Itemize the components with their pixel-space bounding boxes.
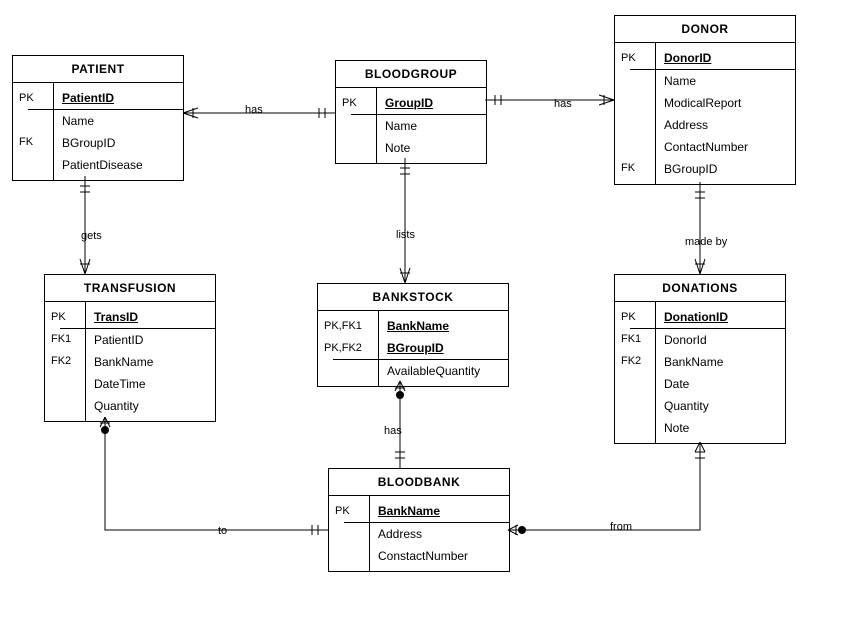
entity-bloodgroup: BLOODGROUP PK GroupID Name Note: [335, 60, 487, 164]
relationship-label: has: [552, 98, 574, 110]
key-label: [51, 394, 79, 416]
attr-name: Quantity: [94, 395, 207, 417]
key-label: PK,FK1: [324, 315, 372, 337]
relationship-label: from: [608, 521, 634, 533]
entity-transfusion: TRANSFUSION PK FK1 FK2 TransID PatientID…: [44, 274, 216, 422]
key-label: [621, 372, 649, 394]
relationship-label: to: [216, 525, 229, 537]
entity-title: PATIENT: [13, 56, 183, 83]
attr-name: TransID: [94, 306, 207, 328]
attr-name: Name: [62, 110, 175, 132]
attr-name: BGroupID: [664, 158, 787, 180]
attr-name: BankName: [378, 500, 501, 522]
relationship-label: has: [243, 104, 265, 116]
key-label: [621, 394, 649, 416]
key-label: [19, 109, 47, 131]
entity-bloodbank: BLOODBANK PK BankName Address ConstactNu…: [328, 468, 510, 572]
key-label: [621, 113, 649, 135]
key-label: [335, 522, 363, 544]
attr-name: Name: [385, 115, 478, 137]
attr-name: DateTime: [94, 373, 207, 395]
entity-title: BANKSTOCK: [318, 284, 508, 311]
key-label: [621, 416, 649, 438]
key-label: [51, 372, 79, 394]
key-label: FK: [19, 131, 47, 153]
attr-name: GroupID: [385, 92, 478, 114]
attr-name: BGroupID: [387, 337, 500, 359]
attr-name: DonorID: [664, 47, 787, 69]
attr-name: BankName: [387, 315, 500, 337]
entity-title: BLOODGROUP: [336, 61, 486, 88]
key-label: [324, 359, 372, 381]
key-label: [621, 135, 649, 157]
attr-name: Date: [664, 373, 777, 395]
entity-patient: PATIENT PK FK PatientID Name BGroupID Pa…: [12, 55, 184, 181]
attr-name: Address: [664, 114, 787, 136]
attr-name: BGroupID: [62, 132, 175, 154]
relationship-label: has: [382, 425, 404, 437]
attr-name: ContactNumber: [664, 136, 787, 158]
key-label: [621, 69, 649, 91]
key-label: PK,FK2: [324, 337, 372, 359]
attr-name: Note: [385, 137, 478, 159]
attr-name: PatientDisease: [62, 154, 175, 176]
key-label: FK2: [621, 350, 649, 372]
attr-name: Quantity: [664, 395, 777, 417]
key-label: [19, 153, 47, 175]
attr-name: Note: [664, 417, 777, 439]
attr-name: ConstactNumber: [378, 545, 501, 567]
entity-bankstock: BANKSTOCK PK,FK1 PK,FK2 BankName BGroupI…: [317, 283, 509, 387]
key-label: FK1: [51, 328, 79, 350]
relationship-label: lists: [394, 229, 417, 241]
attr-name: Address: [378, 523, 501, 545]
attr-name: PatientID: [94, 329, 207, 351]
attr-name: Name: [664, 70, 787, 92]
attr-name: ModicalReport: [664, 92, 787, 114]
key-label: [342, 114, 370, 136]
key-label: FK: [621, 157, 649, 179]
attr-name: PatientID: [62, 87, 175, 109]
entity-donations: DONATIONS PK FK1 FK2 DonationID DonorId …: [614, 274, 786, 444]
entity-donor: DONOR PK FK DonorID Name ModicalReport A…: [614, 15, 796, 185]
entity-title: DONOR: [615, 16, 795, 43]
key-label: PK: [342, 92, 370, 114]
key-label: [335, 544, 363, 566]
attr-name: AvailableQuantity: [387, 360, 500, 382]
key-label: [621, 91, 649, 113]
relationship-label: made by: [683, 236, 729, 248]
attr-name: BankName: [664, 351, 777, 373]
key-label: PK: [19, 87, 47, 109]
key-label: PK: [335, 500, 363, 522]
attr-name: BankName: [94, 351, 207, 373]
key-label: FK1: [621, 328, 649, 350]
key-label: PK: [621, 306, 649, 328]
relationship-label: gets: [79, 230, 104, 242]
key-label: PK: [51, 306, 79, 328]
entity-title: DONATIONS: [615, 275, 785, 302]
key-label: PK: [621, 47, 649, 69]
key-label: [342, 136, 370, 158]
entity-title: BLOODBANK: [329, 469, 509, 496]
attr-name: DonationID: [664, 306, 777, 328]
key-label: FK2: [51, 350, 79, 372]
entity-title: TRANSFUSION: [45, 275, 215, 302]
attr-name: DonorId: [664, 329, 777, 351]
